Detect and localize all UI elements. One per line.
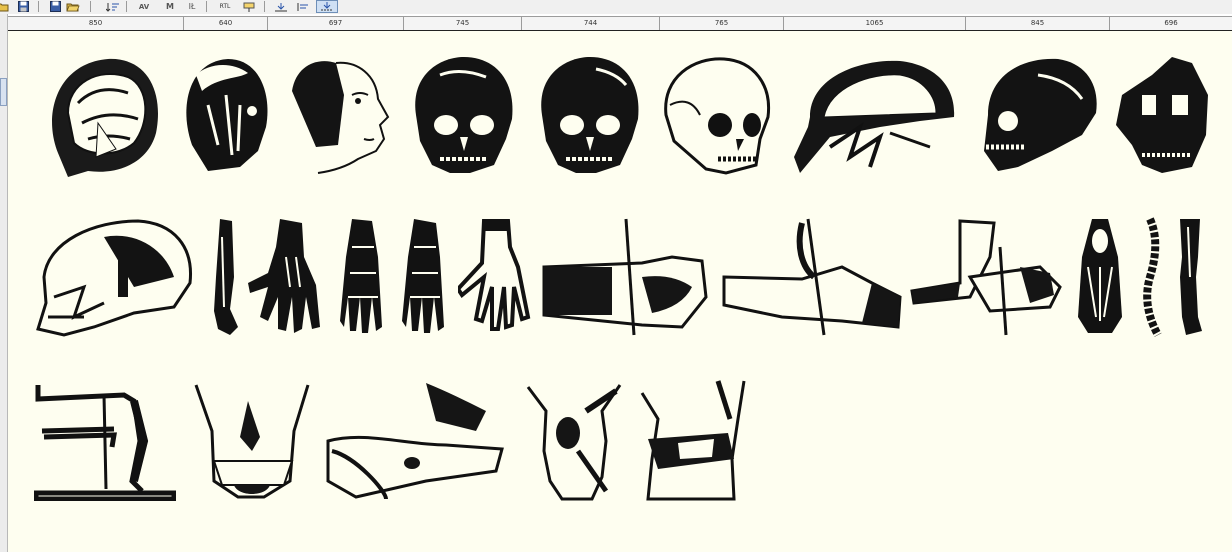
open-icon[interactable] — [0, 0, 12, 13]
glyph-pelvis-surgery[interactable] — [194, 381, 310, 501]
glyph-foot-sole[interactable] — [1074, 217, 1126, 337]
glyph-foot-bones[interactable] — [402, 217, 446, 337]
glyph-face-profile[interactable] — [288, 55, 392, 177]
left-panel-strip — [0, 14, 8, 552]
panel-toggle-tab[interactable] — [0, 78, 7, 106]
ruler-width-label: 696 — [1164, 19, 1178, 27]
toolbar: AV M IŁ RTL — [0, 0, 1232, 14]
glyph-arm-surgery-3[interactable] — [910, 217, 1062, 337]
save-as-icon[interactable] — [46, 0, 64, 13]
ruler-width-label: 744 — [522, 17, 660, 30]
save-icon[interactable] — [14, 0, 32, 13]
glyph-arm-surgery-1[interactable] — [542, 217, 708, 337]
glyph-torso-surgery[interactable] — [526, 381, 622, 501]
glyph-preview-canvas — [8, 31, 1232, 552]
glyph-skull-anatomy[interactable] — [1112, 55, 1212, 177]
metrics-icon[interactable]: M — [160, 0, 180, 13]
glyph-skull-side[interactable] — [978, 55, 1102, 177]
glyph-arm-surgery-2[interactable] — [722, 217, 902, 337]
glyph-skull-three-quarter[interactable] — [660, 55, 774, 177]
kerning-icon[interactable]: AV — [134, 0, 154, 13]
glyph-hand-skeleton[interactable] — [458, 217, 532, 337]
sort-icon[interactable] — [104, 0, 122, 13]
glyph-forearm[interactable] — [210, 217, 240, 337]
ruler-width-label: 745 — [404, 17, 522, 30]
glyph-reclining-figure[interactable] — [326, 381, 506, 501]
ruler-width-label: 640 — [184, 17, 268, 30]
glyph-skull-cross-section[interactable] — [790, 57, 960, 175]
glyph-skull-sagittal[interactable] — [34, 217, 196, 337]
glyph-muscle-head[interactable] — [178, 55, 272, 175]
align-baseline-icon[interactable] — [316, 0, 338, 13]
open-folder-icon[interactable] — [64, 0, 82, 13]
glyph-hand-back[interactable] — [246, 217, 326, 337]
ruler-width-label: 845 — [966, 17, 1110, 30]
ruler-width-label: 765 — [660, 17, 784, 30]
glyph-hand-bones[interactable] — [340, 217, 384, 337]
height-icon[interactable]: IŁ — [184, 0, 200, 13]
ruler-width-label: 1065 — [784, 17, 966, 30]
glyph-skull-front-2[interactable] — [536, 55, 642, 177]
ruler-width-label: 850 — [8, 17, 184, 30]
glyph-abdomen-surgery[interactable] — [638, 379, 748, 501]
ruler-width-label: 697 — [268, 17, 404, 30]
glyph-skull-front[interactable] — [410, 55, 516, 177]
align-left-icon[interactable] — [294, 0, 312, 13]
glyph-spine[interactable] — [1138, 217, 1166, 337]
insert-icon[interactable] — [240, 0, 258, 13]
glyph-brain-head[interactable] — [38, 53, 166, 177]
glyph-skeleton-stand[interactable] — [34, 381, 176, 501]
glyph-width-ruler: 850 640 697 745 744 765 1065 845 696 — [8, 16, 1232, 32]
rtl-icon[interactable]: RTL — [214, 0, 236, 13]
glyph-leg[interactable] — [1176, 217, 1204, 337]
align-bottom-icon[interactable] — [272, 0, 290, 13]
